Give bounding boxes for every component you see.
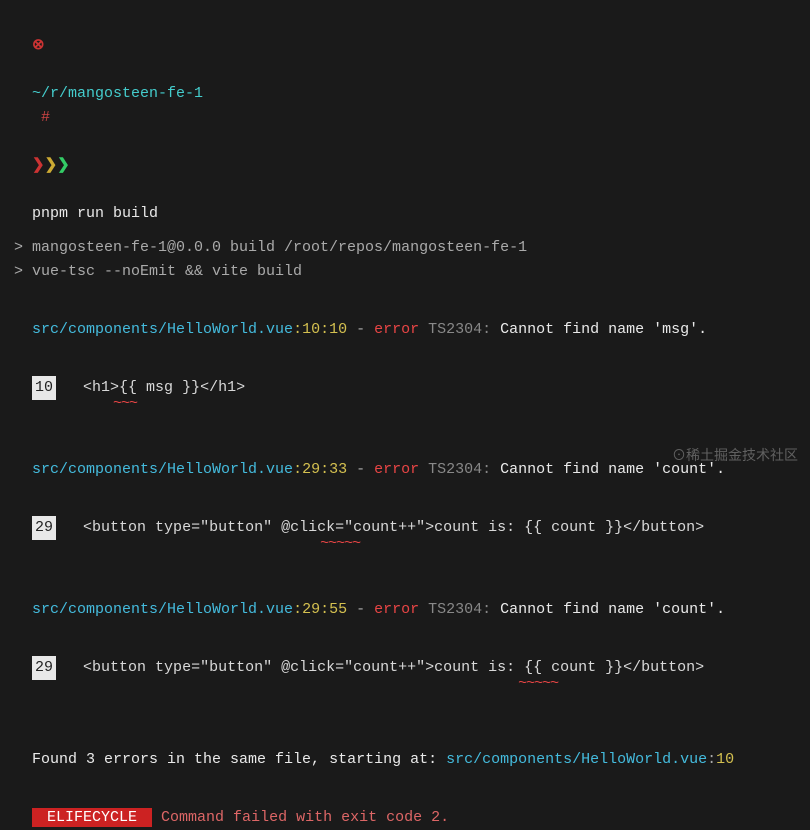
error-pos: 10:10	[302, 321, 347, 338]
summary-prefix: Found 3 errors in the same file, startin…	[32, 751, 446, 768]
error-code: TS2304:	[419, 601, 500, 618]
squiggle-line: ~~~~~	[14, 680, 796, 704]
squiggle-line: ~~~	[14, 400, 796, 424]
code-snippet: <button type="button" @click="count++">c…	[83, 519, 704, 536]
error-underline: ~~~~~	[320, 535, 360, 552]
prompt-line[interactable]: ⊗ ~/r/mangosteen-fe-1 # ❯❯❯ pnpm run bui…	[14, 10, 796, 226]
error-file: src/components/HelloWorld.vue	[32, 461, 293, 478]
prompt-arrows: ❯❯❯	[32, 157, 70, 174]
build-header-2: > vue-tsc --noEmit && vite build	[14, 260, 796, 284]
code-line: 29 <button type="button" @click="count++…	[14, 632, 796, 680]
error-file: src/components/HelloWorld.vue	[32, 601, 293, 618]
code-line: 10 <h1>{{ msg }}</h1>	[14, 352, 796, 400]
error-code: TS2304:	[419, 321, 500, 338]
error-underline: ~~~	[113, 395, 137, 412]
squiggle-line: ~~~~~	[14, 540, 796, 564]
error-file: src/components/HelloWorld.vue	[32, 321, 293, 338]
summary-file: src/components/HelloWorld.vue	[446, 751, 707, 768]
error-pos: 29:55	[302, 601, 347, 618]
code-line: 29 <button type="button" @click="count++…	[14, 492, 796, 540]
line-number: 29	[32, 656, 56, 680]
summary-line: 10	[716, 751, 734, 768]
error-location: src/components/HelloWorld.vue:10:10 - er…	[14, 294, 796, 342]
code-snippet: <button type="button" @click="count++">c…	[83, 659, 704, 676]
build-header-1: > mangosteen-fe-1@0.0.0 build /root/repo…	[14, 236, 796, 260]
prompt-status-icon: ⊗	[32, 37, 45, 54]
code-snippet: <h1>{{ msg }}</h1>	[83, 379, 245, 396]
prompt-cwd: ~/r/mangosteen-fe-1	[32, 85, 203, 102]
error-pos: 29:33	[302, 461, 347, 478]
error-label: error	[374, 321, 419, 338]
error-code: TS2304:	[419, 461, 500, 478]
command-text: pnpm run build	[32, 205, 158, 222]
error-label: error	[374, 461, 419, 478]
error-message: Cannot find name 'count'.	[500, 601, 725, 618]
line-number: 10	[32, 376, 56, 400]
error-underline: ~~~~~	[518, 675, 558, 692]
line-number: 29	[32, 516, 56, 540]
error-label: error	[374, 601, 419, 618]
watermark: ⊙稀土掘金技术社区	[672, 444, 798, 466]
elifecycle-badge: ELIFECYCLE	[32, 808, 152, 827]
error-summary: Found 3 errors in the same file, startin…	[14, 724, 796, 772]
lifecycle-line: ELIFECYCLE Command failed with exit code…	[14, 782, 796, 830]
prompt-hash: #	[32, 109, 50, 126]
error-message: Cannot find name 'msg'.	[500, 321, 707, 338]
fail-message: Command failed with exit code 2.	[152, 809, 449, 826]
error-location: src/components/HelloWorld.vue:29:55 - er…	[14, 574, 796, 622]
